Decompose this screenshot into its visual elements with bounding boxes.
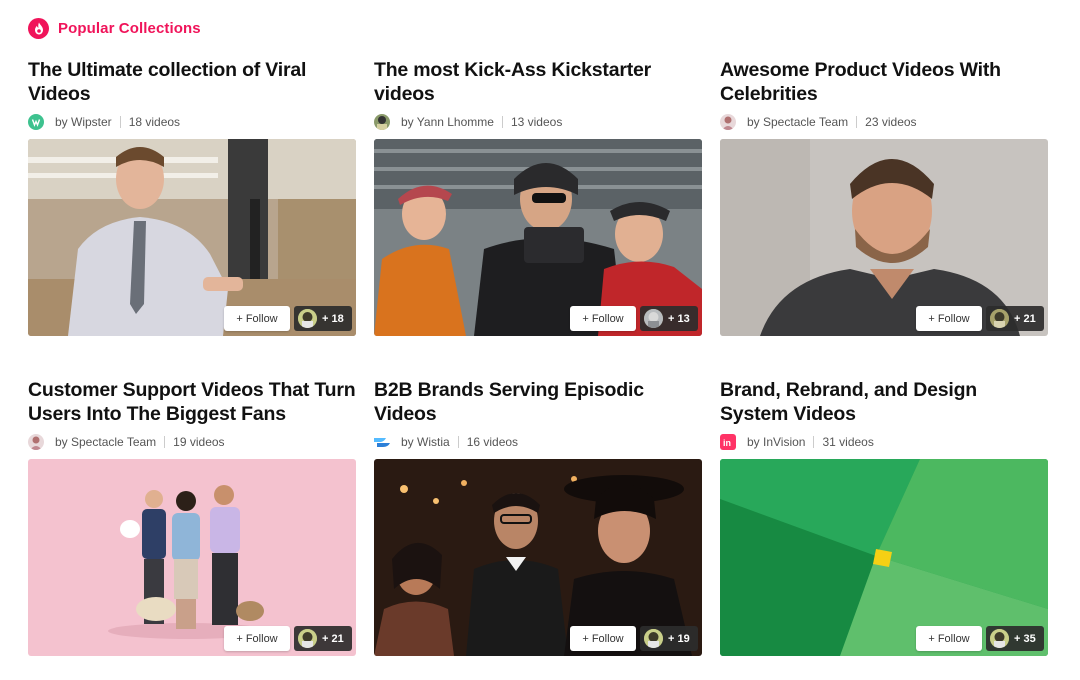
followers-count: + 35 <box>1014 632 1036 645</box>
card-actions: + Follow + 18 <box>224 306 352 331</box>
followers-count: + 18 <box>322 312 344 325</box>
meta-divider <box>119 116 121 128</box>
user-avatar <box>374 114 390 130</box>
follower-avatar <box>990 309 1009 328</box>
wistia-logo-icon <box>374 434 390 450</box>
follow-button[interactable]: + Follow <box>570 626 636 651</box>
card-actions: + Follow + 13 <box>570 306 698 331</box>
collection-title[interactable]: The most Kick-Ass Kickstarter videos <box>374 58 702 106</box>
collection-count: 13 videos <box>510 115 563 129</box>
followers-count: + 21 <box>1014 312 1036 325</box>
follow-button[interactable]: + Follow <box>224 626 290 651</box>
collection-card[interactable]: B2B Brands Serving Episodic Videos by Wi… <box>374 378 702 656</box>
meta-divider <box>457 436 459 448</box>
collection-meta: by Spectacle Team 23 videos <box>720 114 1048 130</box>
collection-meta: by Wistia 16 videos <box>374 434 702 450</box>
followers-count: + 19 <box>668 632 690 645</box>
collection-card[interactable]: The Ultimate collection of Viral Videos … <box>28 58 356 336</box>
collection-author[interactable]: by Wistia <box>401 435 450 449</box>
collection-card[interactable]: Customer Support Videos That Turn Users … <box>28 378 356 656</box>
collection-title[interactable]: Customer Support Videos That Turn Users … <box>28 378 356 426</box>
followers-badge[interactable]: + 19 <box>640 626 698 651</box>
invision-logo-icon: in <box>720 434 736 450</box>
follow-button[interactable]: + Follow <box>224 306 290 331</box>
followers-badge[interactable]: + 21 <box>986 306 1044 331</box>
collection-meta: by Spectacle Team 19 videos <box>28 434 356 450</box>
follow-button[interactable]: + Follow <box>916 306 982 331</box>
meta-divider <box>856 116 858 128</box>
section-header: Popular Collections <box>28 18 201 39</box>
follower-avatar <box>298 629 317 648</box>
follower-avatar <box>990 629 1009 648</box>
followers-badge[interactable]: + 18 <box>294 306 352 331</box>
collection-author[interactable]: by Wipster <box>55 115 112 129</box>
followers-badge[interactable]: + 35 <box>986 626 1044 651</box>
collection-author[interactable]: by Spectacle Team <box>55 435 156 449</box>
followers-count: + 21 <box>322 632 344 645</box>
followers-count: + 13 <box>668 312 690 325</box>
collection-thumbnail[interactable]: + Follow + 13 <box>374 139 702 336</box>
collection-count: 31 videos <box>822 435 874 449</box>
section-title: Popular Collections <box>58 20 201 37</box>
wipster-logo-icon <box>28 114 44 130</box>
collection-author[interactable]: by InVision <box>747 435 805 449</box>
collection-count: 16 videos <box>466 435 519 449</box>
card-actions: + Follow + 19 <box>570 626 698 651</box>
meta-divider <box>164 436 166 448</box>
collection-title[interactable]: The Ultimate collection of Viral Videos <box>28 58 356 106</box>
follower-avatar <box>298 309 317 328</box>
card-actions: + Follow + 35 <box>916 626 1044 651</box>
collection-author[interactable]: by Yann Lhomme <box>401 115 494 129</box>
card-actions: + Follow + 21 <box>224 626 352 651</box>
card-actions: + Follow + 21 <box>916 306 1044 331</box>
meta-divider <box>501 116 503 128</box>
collection-author[interactable]: by Spectacle Team <box>747 115 848 129</box>
collection-title[interactable]: Awesome Product Videos With Celebrities <box>720 58 1048 106</box>
collection-title[interactable]: Brand, Rebrand, and Design System Videos <box>720 378 1048 426</box>
collection-count: 18 videos <box>128 115 181 129</box>
collection-count: 23 videos <box>865 115 917 129</box>
followers-badge[interactable]: + 21 <box>294 626 352 651</box>
follower-avatar <box>644 309 663 328</box>
collection-thumbnail[interactable]: + Follow + 21 <box>28 459 356 656</box>
follow-button[interactable]: + Follow <box>570 306 636 331</box>
follow-button[interactable]: + Follow <box>916 626 982 651</box>
fire-icon <box>28 18 49 39</box>
collection-thumbnail[interactable]: + Follow + 35 <box>720 459 1048 656</box>
collection-thumbnail[interactable]: + Follow + 21 <box>720 139 1048 336</box>
svg-text:in: in <box>723 438 731 448</box>
user-avatar <box>720 114 736 130</box>
collection-card[interactable]: Brand, Rebrand, and Design System Videos… <box>720 378 1048 656</box>
collection-thumbnail[interactable]: + Follow + 19 <box>374 459 702 656</box>
collection-card[interactable]: The most Kick-Ass Kickstarter videos by … <box>374 58 702 336</box>
followers-badge[interactable]: + 13 <box>640 306 698 331</box>
collection-meta: by Yann Lhomme 13 videos <box>374 114 702 130</box>
collection-meta: by Wipster 18 videos <box>28 114 356 130</box>
collection-thumbnail[interactable]: + Follow + 18 <box>28 139 356 336</box>
collection-title[interactable]: B2B Brands Serving Episodic Videos <box>374 378 702 426</box>
meta-divider <box>813 436 815 448</box>
collection-meta: in by InVision 31 videos <box>720 434 1048 450</box>
user-avatar <box>28 434 44 450</box>
collection-card[interactable]: Awesome Product Videos With Celebrities … <box>720 58 1048 336</box>
follower-avatar <box>644 629 663 648</box>
collection-count: 19 videos <box>173 435 225 449</box>
